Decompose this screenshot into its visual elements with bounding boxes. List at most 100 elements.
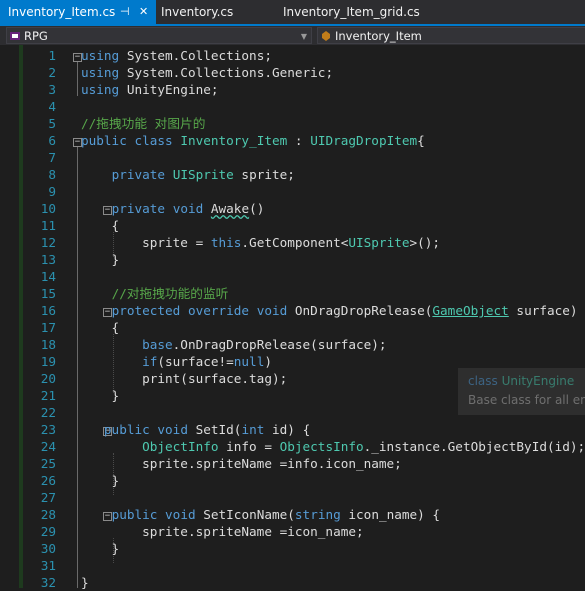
code-line[interactable]: 10 private void Awake() [0,200,585,217]
code-line[interactable]: 9 [0,183,585,200]
csharp-project-icon [10,32,20,40]
code-line[interactable]: 7 [0,149,585,166]
line-number: 6 [48,133,56,148]
code-token: using [81,48,120,63]
line-number: 9 [48,184,56,199]
code-line[interactable]: 5 //拖拽功能 对图片的 [0,115,585,132]
code-line[interactable]: 1 using System.Collections; [0,47,585,64]
tooltip-description: Base class for all en [468,393,585,407]
code-line[interactable]: 2 using System.Collections.Generic; [0,64,585,81]
code-token: public [81,133,127,148]
code-text: { [81,319,120,336]
code-line[interactable]: 27 [0,489,585,506]
code-token: using [81,82,120,97]
code-line[interactable]: 24 ObjectInfo info = ObjectsInfo._instan… [0,438,585,455]
code-line[interactable]: 4 [0,98,585,115]
code-text: private UISprite sprite; [81,166,295,183]
code-line[interactable]: 15 //对拖拽功能的监听 [0,285,585,302]
code-token: private [111,201,166,216]
code-text: private void Awake() [81,200,265,217]
code-line[interactable]: 30 } [0,540,585,557]
line-number: 7 [48,150,56,165]
code-text: sprite.spriteName =icon_name; [81,523,364,540]
code-line[interactable]: 18 base.OnDragDropRelease(surface); [0,336,585,353]
line-number: 28 [40,507,56,522]
code-token: if [142,354,158,369]
code-line[interactable]: 12 sprite = this.GetComponent<UISprite>(… [0,234,585,251]
code-line[interactable]: 32} [0,574,585,591]
code-line[interactable]: 25 sprite.spriteName =info.icon_name; [0,455,585,472]
close-icon[interactable]: ✕ [139,0,148,24]
code-token: } [81,388,120,403]
code-token: sprite.spriteName =icon_name; [81,524,364,539]
code-text: } [81,574,89,591]
code-token: { [81,320,120,335]
code-text: sprite.spriteName =info.icon_name; [81,455,402,472]
code-text: //对拖拽功能的监听 [81,285,229,302]
code-line[interactable]: 11 { [0,217,585,234]
code-line[interactable]: 26 } [0,472,585,489]
code-line[interactable]: 28 public void SetIconName(string icon_n… [0,506,585,523]
code-token: Inventory_Item [180,133,288,148]
line-number: 19 [40,354,56,369]
pin-icon[interactable]: ⊣ [120,0,130,24]
code-token: System.Collections; [119,48,272,63]
tab-inventory[interactable]: Inventory.cs [156,0,276,24]
code-token: surface) [508,303,578,318]
code-text: using System.Collections; [81,47,272,64]
code-line[interactable]: 14 [0,268,585,285]
code-text: //拖拽功能 对图片的 [81,115,205,132]
code-line[interactable]: 13 } [0,251,585,268]
code-token: base [142,337,173,352]
code-token: override [187,303,250,318]
line-number: 23 [40,422,56,437]
line-number: 27 [40,490,56,505]
code-line[interactable]: 17 { [0,319,585,336]
code-token: protected [111,303,181,318]
code-text: public void SetIconName(string icon_name… [81,506,441,523]
line-number: 10 [40,201,56,216]
code-token: using [81,65,120,80]
code-line[interactable]: 8 private UISprite sprite; [0,166,585,183]
code-line[interactable]: 6 public class Inventory_Item : UIDragDro… [0,132,585,149]
line-number: 22 [40,405,56,420]
code-line[interactable]: 16 protected override void OnDragDropRel… [0,302,585,319]
code-token: public [111,507,158,522]
line-number: 17 [40,320,56,335]
line-number: 24 [40,439,56,454]
project-dropdown[interactable]: RPG ▼ [6,27,312,44]
code-token: } [81,541,120,556]
tab-inventory-item-grid[interactable]: Inventory_Item_grid.cs [276,0,436,24]
code-token: //对拖拽功能的监听 [111,286,229,301]
code-token: public [103,422,150,437]
code-token: ) [264,354,272,369]
code-text: print(surface.tag); [81,370,287,387]
project-name: RPG [24,29,48,43]
code-token: SetId( [187,422,242,437]
code-text: } [81,387,120,404]
line-number: 16 [40,303,56,318]
code-token: () [249,201,265,216]
member-dropdown[interactable]: Inventory_Item [317,27,585,44]
code-line[interactable]: 23 public void SetId(int id) { [0,421,585,438]
tab-inventory-item[interactable]: Inventory_Item.cs ⊣ ✕ [0,0,156,24]
code-line[interactable]: 29 sprite.spriteName =icon_name; [0,523,585,540]
code-line[interactable]: 3 using UnityEngine; [0,81,585,98]
code-token: id) { [264,422,311,437]
code-line[interactable]: 31 [0,557,585,574]
tab-label: Inventory_Item.cs [8,5,116,19]
line-number: 29 [40,524,56,539]
code-token: void [172,201,204,216]
code-token: void [256,303,288,318]
tab-label: Inventory_Item_grid.cs [283,5,420,19]
line-number: 25 [40,456,56,471]
code-token: UIDragDropItem [310,133,418,148]
code-editor[interactable]: − − − − − − 1 using System.Collections; 2 u… [0,45,585,591]
line-number: 14 [40,269,56,284]
